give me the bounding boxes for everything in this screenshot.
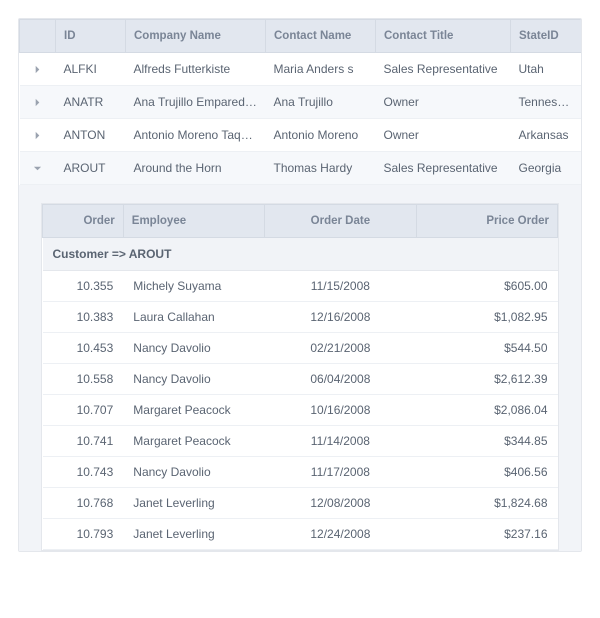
cell-date: 06/04/2008 [265,364,416,395]
table-row[interactable]: 10.355Michely Suyama11/15/2008$605.00 [43,271,558,302]
cell-id: ANTON [56,119,126,152]
customers-table: ID Company Name Contact Name Contact Tit… [19,19,582,185]
orders-header-row: Order Employee Order Date Price Order [43,205,558,238]
table-row[interactable]: 10.741Margaret Peacock11/14/2008$344.85 [43,426,558,457]
cell-state: Arkansas [511,119,583,152]
cell-employee: Laura Callahan [123,302,264,333]
cell-price: $237.16 [416,519,557,550]
cell-price: $2,086.04 [416,395,557,426]
cell-order: 10.743 [43,457,124,488]
table-row[interactable]: 10.383Laura Callahan12/16/2008$1,082.95 [43,302,558,333]
cell-date: 12/08/2008 [265,488,416,519]
cell-company: Antonio Moreno Taquerilla [126,119,266,152]
orders-grid: Order Employee Order Date Price Order Cu… [41,203,559,551]
group-header[interactable]: Customer => AROUT [43,238,558,271]
cell-employee: Margaret Peacock [123,395,264,426]
cell-order: 10.741 [43,426,124,457]
cell-employee: Nancy Davolio [123,457,264,488]
cell-employee: Nancy Davolio [123,333,264,364]
cell-price: $2,612.39 [416,364,557,395]
header-company[interactable]: Company Name [126,20,266,53]
table-row[interactable]: ANTONAntonio Moreno TaquerillaAntonio Mo… [20,119,583,152]
cell-employee: Janet Leverling [123,519,264,550]
cell-order: 10.558 [43,364,124,395]
cell-price: $344.85 [416,426,557,457]
cell-title: Sales Representative [376,53,511,86]
header-employee[interactable]: Employee [123,205,264,238]
cell-order: 10.707 [43,395,124,426]
cell-price: $406.56 [416,457,557,488]
cell-state: Utah [511,53,583,86]
cell-order: 10.793 [43,519,124,550]
expand-icon[interactable] [20,86,56,119]
cell-state: Georgia [511,152,583,185]
header-contact[interactable]: Contact Name [266,20,376,53]
cell-price: $544.50 [416,333,557,364]
group-label: Customer => AROUT [43,238,558,271]
cell-company: Alfreds Futterkiste [126,53,266,86]
header-title[interactable]: Contact Title [376,20,511,53]
cell-employee: Nancy Davolio [123,364,264,395]
header-row: ID Company Name Contact Name Contact Tit… [20,20,583,53]
cell-date: 02/21/2008 [265,333,416,364]
cell-order: 10.453 [43,333,124,364]
table-row[interactable]: 10.558Nancy Davolio06/04/2008$2,612.39 [43,364,558,395]
cell-date: 12/16/2008 [265,302,416,333]
table-row[interactable]: 10.768Janet Leverling12/08/2008$1,824.68 [43,488,558,519]
cell-company: Ana Trujillo Emparedados [126,86,266,119]
header-order-date[interactable]: Order Date [265,205,416,238]
cell-title: Sales Representative [376,152,511,185]
header-order[interactable]: Order [43,205,124,238]
cell-price: $1,824.68 [416,488,557,519]
cell-order: 10.383 [43,302,124,333]
expand-icon[interactable] [20,119,56,152]
cell-date: 11/14/2008 [265,426,416,457]
cell-date: 12/24/2008 [265,519,416,550]
cell-id: ALFKI [56,53,126,86]
table-row[interactable]: 10.793Janet Leverling12/24/2008$237.16 [43,519,558,550]
cell-employee: Margaret Peacock [123,426,264,457]
customers-grid: ID Company Name Contact Name Contact Tit… [18,18,582,552]
cell-title: Owner [376,119,511,152]
header-id[interactable]: ID [56,20,126,53]
table-row[interactable]: ANATRAna Trujillo EmparedadosAna Trujill… [20,86,583,119]
cell-title: Owner [376,86,511,119]
collapse-icon[interactable] [20,152,56,185]
cell-id: AROUT [56,152,126,185]
cell-order: 10.768 [43,488,124,519]
cell-date: 11/15/2008 [265,271,416,302]
cell-contact: Maria Anders s [266,53,376,86]
cell-state: Tennessee [511,86,583,119]
table-row[interactable]: ALFKIAlfreds FutterkisteMaria Anders sSa… [20,53,583,86]
orders-table: Order Employee Order Date Price Order Cu… [42,204,558,550]
cell-company: Around the Horn [126,152,266,185]
table-row[interactable]: 10.453Nancy Davolio02/21/2008$544.50 [43,333,558,364]
cell-employee: Janet Leverling [123,488,264,519]
cell-contact: Thomas Hardy [266,152,376,185]
cell-date: 10/16/2008 [265,395,416,426]
cell-price: $1,082.95 [416,302,557,333]
cell-contact: Ana Trujillo [266,86,376,119]
header-price[interactable]: Price Order [416,205,557,238]
detail-panel: Order Employee Order Date Price Order Cu… [19,185,581,551]
cell-id: ANATR [56,86,126,119]
table-row[interactable]: 10.707Margaret Peacock10/16/2008$2,086.0… [43,395,558,426]
table-row[interactable]: AROUTAround the HornThomas HardySales Re… [20,152,583,185]
cell-date: 11/17/2008 [265,457,416,488]
table-row[interactable]: 10.743Nancy Davolio11/17/2008$406.56 [43,457,558,488]
header-state[interactable]: StateID [511,20,583,53]
cell-contact: Antonio Moreno [266,119,376,152]
header-expander [20,20,56,53]
expand-icon[interactable] [20,53,56,86]
cell-order: 10.355 [43,271,124,302]
cell-employee: Michely Suyama [123,271,264,302]
cell-price: $605.00 [416,271,557,302]
